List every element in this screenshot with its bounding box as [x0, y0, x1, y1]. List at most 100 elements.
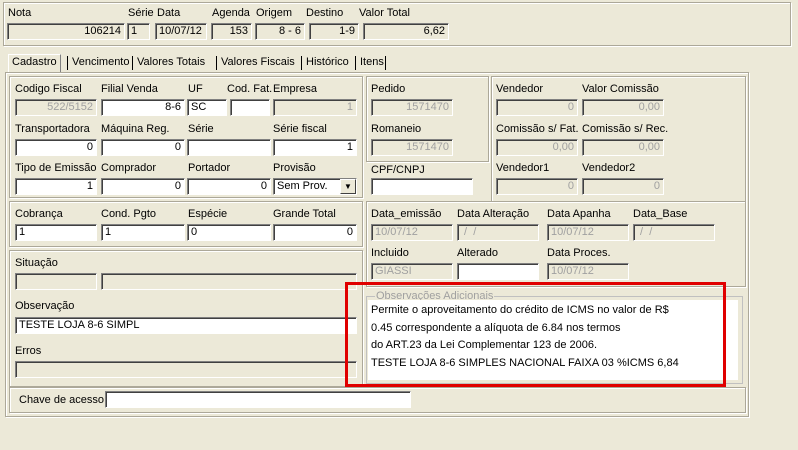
erros-field[interactable] [15, 361, 357, 378]
vendedor1-field[interactable]: 0 [496, 178, 578, 195]
origem-label: Origem [256, 7, 293, 19]
transportadora-field[interactable]: 0 [15, 139, 97, 156]
alterado-field[interactable] [457, 263, 539, 280]
portador-field[interactable]: 0 [187, 178, 271, 195]
transportadora-label: Transportadora [15, 123, 90, 135]
incluido-label: Incluido [371, 247, 409, 259]
serie-fiscal-label: Série fiscal [273, 123, 327, 135]
observacao-label: Observação [15, 300, 75, 312]
data-proces-field[interactable]: 10/07/12 [547, 263, 629, 280]
tipo-emissao-label: Tipo de Emissão [15, 162, 97, 174]
chevron-down-icon[interactable]: ▼ [340, 179, 356, 194]
tab-cadastro-label: Cadastro [12, 56, 57, 68]
filial-venda-field[interactable]: 8-6 [101, 99, 185, 116]
tab-separator [355, 56, 356, 70]
tab-separator [216, 56, 217, 70]
chave-acesso-field[interactable] [105, 391, 411, 408]
cobranca-label: Cobrança [15, 208, 63, 220]
data-proces-label: Data Proces. [547, 247, 611, 259]
serie-label: Série [128, 7, 154, 19]
tab-separator [301, 56, 302, 70]
nota-label: Nota [8, 7, 32, 19]
data-label: Data [157, 7, 181, 19]
vendedor-label: Vendedor [496, 83, 544, 95]
comissao-rec-field[interactable]: 0,00 [582, 139, 664, 156]
data-apanha-label: Data Apanha [547, 208, 611, 220]
uf-label: UF [188, 83, 203, 95]
vendedor2-label: Vendedor2 [582, 162, 636, 174]
incluido-field[interactable]: GIASSI [371, 263, 453, 280]
pedido-label: Pedido [371, 83, 406, 95]
data-apanha-field[interactable]: 10/07/12 [547, 224, 629, 241]
data-alteracao-label: Data Alteração [457, 208, 530, 220]
romaneio-label: Romaneio [371, 123, 422, 135]
pedido-field[interactable]: 1571470 [371, 99, 453, 116]
situacao-desc-field[interactable] [101, 273, 357, 290]
maquina-reg-label: Máquina Reg. [101, 123, 170, 135]
codigo-fiscal-field[interactable]: 522/5152 [15, 99, 97, 116]
cond-pgto-field[interactable]: 1 [101, 224, 185, 241]
data-base-label: Data_Base [633, 208, 688, 220]
data-field[interactable]: 10/07/12 [155, 23, 207, 40]
serie-cad-field[interactable] [187, 139, 271, 156]
destino-label: Destino [306, 7, 344, 19]
highlight-box [345, 282, 726, 387]
alterado-label: Alterado [457, 247, 498, 259]
tab-cadastro[interactable]: Cadastro [8, 54, 61, 73]
comissao-fat-label: Comissão s/ Fat. [496, 123, 579, 135]
vendedor1-label: Vendedor1 [496, 162, 550, 174]
tab-historico-label: Histórico [306, 56, 349, 68]
especie-field[interactable]: 0 [187, 224, 271, 241]
grande-total-field[interactable]: 0 [273, 224, 357, 241]
tab-valores-fiscais[interactable]: Valores Fiscais [218, 55, 298, 71]
tab-historico[interactable]: Histórico [303, 55, 352, 71]
origem-field[interactable]: 8 - 6 [255, 23, 305, 40]
situacao-label: Situação [15, 257, 58, 269]
observacao-field[interactable]: TESTE LOJA 8-6 SIMPL [15, 317, 357, 334]
tab-vencimento[interactable]: Vencimento [69, 55, 132, 71]
valor-comissao-field[interactable]: 0,00 [582, 99, 664, 116]
cpf-cnpj-label: CPF/CNPJ [371, 164, 425, 176]
situacao-code-field[interactable] [15, 273, 97, 290]
vendedor2-field[interactable]: 0 [582, 178, 664, 195]
empresa-label: Empresa [273, 83, 318, 95]
tab-vencimento-label: Vencimento [72, 56, 130, 68]
cond-pgto-label: Cond. Pgto [101, 208, 157, 220]
data-emissao-label: Data_emissão [371, 208, 442, 220]
maquina-reg-field[interactable]: 0 [101, 139, 185, 156]
data-alteracao-field[interactable]: / / [457, 224, 539, 241]
codigo-fiscal-label: Codigo Fiscal [15, 83, 82, 95]
tab-itens[interactable]: Itens [357, 55, 387, 71]
romaneio-field[interactable]: 1571470 [371, 139, 453, 156]
data-emissao-field[interactable]: 10/07/12 [371, 224, 453, 241]
agenda-label: Agenda [212, 7, 250, 19]
grande-total-label: Grande Total [273, 208, 336, 220]
cobranca-field[interactable]: 1 [15, 224, 97, 241]
serie-field[interactable]: 1 [127, 23, 150, 40]
agenda-field[interactable]: 153 [211, 23, 252, 40]
tab-separator [132, 56, 133, 70]
valor-total-field[interactable]: 6,62 [363, 23, 449, 40]
provisao-label: Provisão [273, 162, 316, 174]
comissao-rec-label: Comissão s/ Rec. [582, 123, 669, 135]
uf-field[interactable]: SC [187, 99, 227, 116]
cod-fat-field[interactable] [230, 99, 270, 116]
valor-comissao-label: Valor Comissão [582, 83, 659, 95]
tab-valores-totais-label: Valores Totais [137, 56, 206, 68]
tab-valores-fiscais-label: Valores Fiscais [221, 56, 295, 68]
destino-field[interactable]: 1-9 [309, 23, 359, 40]
cpf-cnpj-field[interactable] [371, 178, 473, 195]
nota-field[interactable]: 106214 [7, 23, 125, 40]
tipo-emissao-field[interactable]: 1 [15, 178, 97, 195]
comissao-fat-field[interactable]: 0,00 [496, 139, 578, 156]
chave-acesso-label: Chave de acesso: [19, 394, 108, 406]
data-base-field[interactable]: / / [633, 224, 715, 241]
serie-fiscal-field[interactable]: 1 [273, 139, 357, 156]
vendedor-field[interactable]: 0 [496, 99, 578, 116]
erros-label: Erros [15, 345, 42, 357]
comprador-field[interactable]: 0 [101, 178, 185, 195]
empresa-field[interactable]: 1 [273, 99, 357, 116]
tab-valores-totais[interactable]: Valores Totais [134, 55, 208, 71]
portador-label: Portador [188, 162, 231, 174]
cod-fat-label: Cod. Fat. [227, 83, 273, 95]
